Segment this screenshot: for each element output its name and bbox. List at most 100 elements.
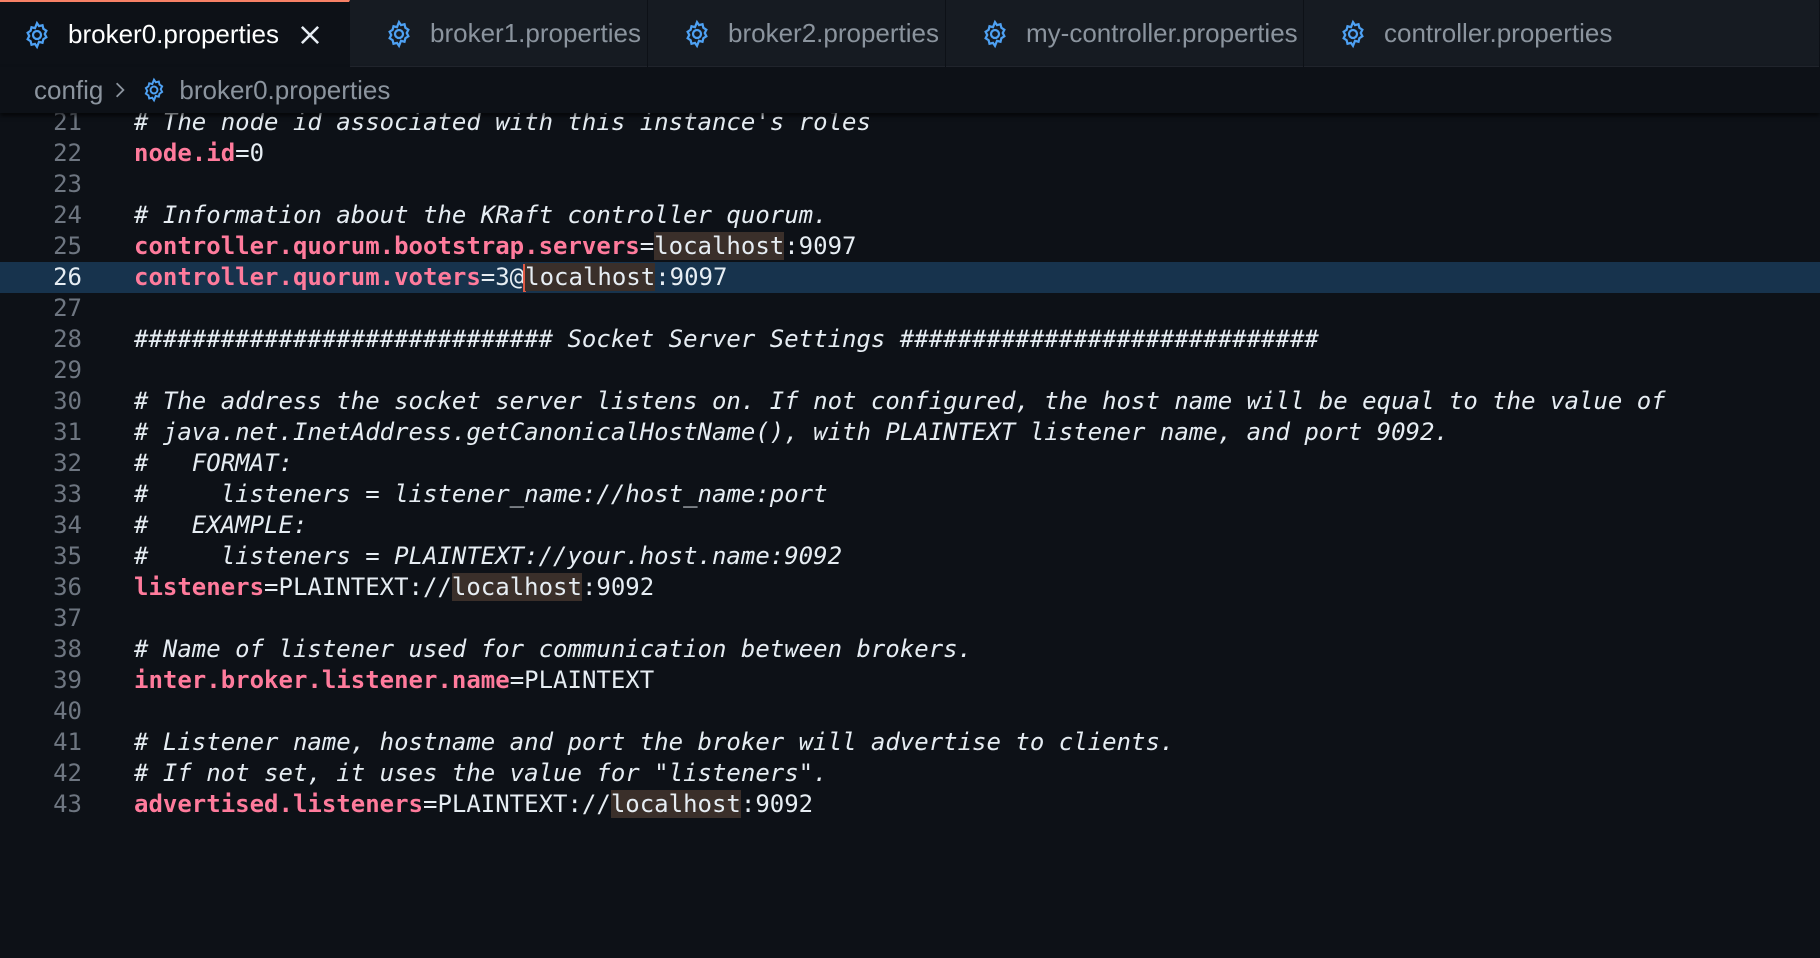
comment-text: ############################# Socket Ser…	[134, 325, 1319, 353]
property-key: advertised.listeners	[134, 790, 423, 818]
line-number: 27	[53, 294, 82, 322]
line-number: 41	[53, 728, 82, 756]
line-number: 25	[53, 232, 82, 260]
line-content: # If not set, it uses the value for "lis…	[134, 758, 828, 789]
line-number: 24	[53, 201, 82, 229]
tab-label: broker2.properties	[728, 18, 939, 48]
code-line[interactable]: 26 controller.quorum.voters=3@localhost:9…	[0, 262, 1820, 293]
line-content: controller.quorum.bootstrap.servers=loca…	[134, 231, 856, 262]
gear-icon	[145, 77, 164, 103]
line-content: ############################# Socket Ser…	[134, 324, 1319, 355]
equals-sign: =	[235, 139, 250, 167]
host-highlight: localhost	[451, 573, 582, 601]
line-number: 31	[53, 418, 82, 446]
comment-text: # listeners = PLAINTEXT://your.host.name…	[134, 542, 843, 570]
equals-sign: =	[264, 573, 279, 601]
line-content: inter.broker.listener.name=PLAINTEXT	[134, 665, 654, 696]
code-line[interactable]: 22 node.id=0	[0, 138, 1820, 169]
line-number: 22	[53, 139, 82, 167]
line-content: # Information about the KRaft controller…	[134, 200, 828, 231]
breadcrumb-file[interactable]: broker0.properties	[179, 75, 390, 106]
comment-text: # FORMAT:	[134, 449, 293, 477]
comment-text: # Name of listener used for communicatio…	[134, 635, 973, 663]
gear-icon	[26, 20, 48, 49]
code-line[interactable]: 37	[0, 603, 1820, 634]
line-number: 35	[53, 542, 82, 570]
property-key: controller.quorum.voters	[134, 263, 481, 291]
line-content: # EXAMPLE:	[134, 510, 307, 541]
code-line[interactable]: 34 # EXAMPLE:	[0, 510, 1820, 541]
line-content: # listeners = PLAINTEXT://your.host.name…	[134, 541, 842, 572]
code-line[interactable]: 40	[0, 696, 1820, 727]
equals-sign: =	[639, 232, 655, 260]
line-number: 36	[53, 573, 82, 601]
line-number: 43	[53, 790, 82, 818]
comment-text: # Information about the KRaft controller…	[134, 201, 828, 229]
code-line[interactable]: 39 inter.broker.listener.name=PLAINTEXT	[0, 665, 1820, 696]
code-line[interactable]: 21 # The node id associated with this ins…	[0, 113, 1820, 138]
tab-broker2-properties[interactable]: broker2.properties	[648, 0, 946, 67]
comment-text: # EXAMPLE:	[134, 511, 308, 539]
comment-text: # The address the socket server listens …	[134, 387, 1666, 415]
host-highlight: localhost	[610, 790, 741, 818]
code-line[interactable]: 28 ############################# Socket S…	[0, 324, 1820, 355]
tab-label: my-controller.properties	[1026, 18, 1298, 48]
comment-text: # java.net.InetAddress.getCanonicalHostN…	[134, 418, 1449, 446]
gear-icon	[1342, 19, 1364, 48]
tab-label: broker0.properties	[68, 19, 279, 49]
line-content: advertised.listeners=PLAINTEXT://localho…	[134, 789, 813, 820]
line-number: 39	[53, 666, 82, 694]
code-line[interactable]: 41 # Listener name, hostname and port the…	[0, 727, 1820, 758]
code-line[interactable]: 27	[0, 293, 1820, 324]
comment-text: # listeners = listener_name://host_name:…	[134, 480, 828, 508]
code-line[interactable]: 43 advertised.listeners=PLAINTEXT://local…	[0, 789, 1820, 820]
code-line[interactable]: 24 # Information about the KRaft controll…	[0, 200, 1820, 231]
property-key: controller.quorum.bootstrap.servers	[134, 232, 640, 260]
code-line[interactable]: 32 # FORMAT:	[0, 448, 1820, 479]
line-content: node.id=0	[134, 138, 264, 169]
line-number: 28	[53, 325, 82, 353]
code-line[interactable]: 33 # listeners = listener_name://host_nam…	[0, 479, 1820, 510]
line-content: listeners=PLAINTEXT://localhost:9092	[134, 572, 654, 603]
breadcrumb-folder[interactable]: config	[34, 75, 103, 106]
line-content: # The node id associated with this insta…	[134, 113, 871, 138]
line-content: # Name of listener used for communicatio…	[134, 634, 972, 665]
code-line[interactable]: 36 listeners=PLAINTEXT://localhost:9092	[0, 572, 1820, 603]
line-number: 38	[53, 635, 82, 663]
line-content: # listeners = listener_name://host_name:…	[134, 479, 828, 510]
gear-icon	[686, 19, 708, 48]
line-number: 33	[53, 480, 82, 508]
host-highlight: localhost	[525, 263, 656, 291]
code-line[interactable]: 29	[0, 355, 1820, 386]
tab-broker0-properties[interactable]: broker0.properties	[0, 0, 350, 67]
line-number: 32	[53, 449, 82, 477]
code-line[interactable]: 31 # java.net.InetAddress.getCanonicalHos…	[0, 417, 1820, 448]
code-line[interactable]: 25 controller.quorum.bootstrap.servers=lo…	[0, 231, 1820, 262]
property-value: :9092	[740, 790, 814, 818]
line-number: 26	[53, 263, 82, 291]
gear-icon	[388, 19, 410, 48]
line-number: 34	[53, 511, 82, 539]
code-line[interactable]: 35 # listeners = PLAINTEXT://your.host.na…	[0, 541, 1820, 572]
property-value: 0	[249, 139, 265, 167]
code-line[interactable]: 23	[0, 169, 1820, 200]
value-prefix: 3@	[495, 263, 525, 291]
code-line[interactable]: 30 # The address the socket server listen…	[0, 386, 1820, 417]
property-value: :9097	[655, 263, 728, 291]
chevron-right-icon	[116, 82, 126, 98]
comment-text: # If not set, it uses the value for "lis…	[134, 759, 828, 787]
line-content: # The address the socket server listens …	[134, 386, 1666, 417]
line-number: 23	[53, 170, 82, 198]
tab-my-controller-properties[interactable]: my-controller.properties	[946, 0, 1304, 67]
code-editor[interactable]: 20 21# The node id associated with this …	[0, 113, 1820, 958]
breadcrumb: config broker0.properties	[0, 67, 1820, 113]
line-number: 21	[53, 113, 82, 136]
code-line[interactable]: 38 # Name of listener used for communicat…	[0, 634, 1820, 665]
line-number: 37	[53, 604, 82, 632]
line-content: # FORMAT:	[134, 448, 293, 479]
tab-controller-properties[interactable]: controller.properties	[1304, 0, 1820, 67]
code-line[interactable]: 42 # If not set, it uses the value for "l…	[0, 758, 1820, 789]
close-icon[interactable]	[297, 22, 323, 48]
tab-broker1-properties[interactable]: broker1.properties	[350, 0, 648, 67]
property-key: node.id	[134, 139, 236, 167]
